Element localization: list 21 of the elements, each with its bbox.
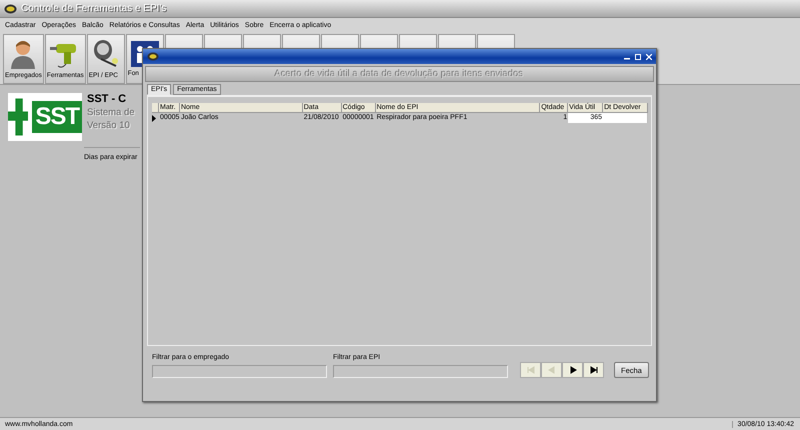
- first-icon: [526, 366, 534, 374]
- app-logo-icon: [4, 4, 17, 14]
- version-text: Versão 10: [87, 120, 131, 131]
- dialog-heading: Acerto de vida útil a data de devolução para itens enviados: [145, 66, 654, 82]
- header-cell: [152, 103, 159, 113]
- cross-icon: [8, 97, 28, 137]
- app-logo-icon: [147, 52, 159, 61]
- logo-text: SST: [32, 101, 82, 133]
- person-icon: [10, 39, 36, 69]
- last-icon: [590, 366, 598, 374]
- app-subtitle: Sistema de: [87, 107, 135, 118]
- window-title: Controle de Ferramentas e EPI's: [21, 3, 166, 14]
- nav-button[interactable]: [562, 362, 583, 378]
- input-field[interactable]: [152, 365, 327, 378]
- nav-button[interactable]: [583, 362, 604, 378]
- app-heading: SST - C: [87, 93, 128, 105]
- prev-icon: [548, 366, 556, 374]
- next-icon: [568, 366, 576, 374]
- close-icon[interactable]: [646, 54, 652, 60]
- maximize-icon[interactable]: [635, 54, 641, 60]
- input-field[interactable]: [333, 365, 508, 378]
